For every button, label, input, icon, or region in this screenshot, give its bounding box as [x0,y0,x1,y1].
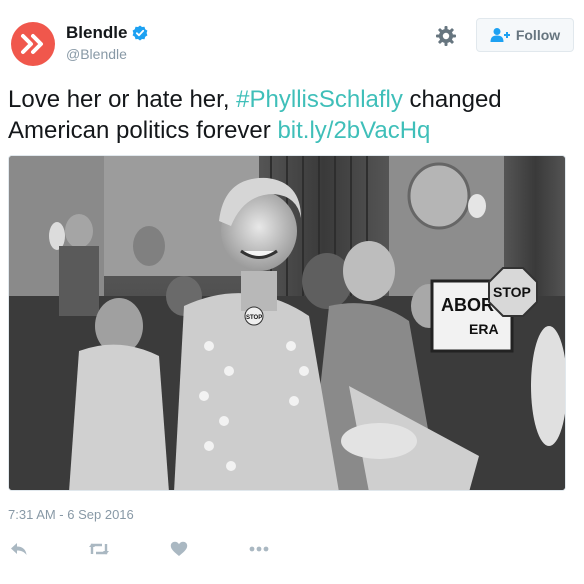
tweet-actions [8,538,308,560]
more-button[interactable] [248,538,270,560]
account-info[interactable]: Blendle @Blendle [66,23,148,62]
more-icon [249,546,269,552]
verified-badge-icon [133,25,148,41]
protest-sign-text-2: ERA [469,321,499,337]
url-link[interactable]: bit.ly/2bVacHq [277,117,430,144]
double-chevron-icon [21,34,43,54]
black-and-white-photo: ABOR ERA STOP STOP [9,156,565,490]
follow-label: Follow [515,27,561,43]
avatar[interactable] [11,22,55,66]
settings-button[interactable] [434,24,458,48]
add-user-icon [490,28,510,42]
like-button[interactable] [168,538,190,560]
protest-sign-text: ABOR [441,295,494,315]
display-name[interactable]: Blendle [66,23,127,43]
tweet-header: Blendle @Blendle Follow [8,18,576,70]
retweet-button[interactable] [88,538,110,560]
reply-button[interactable] [8,538,30,560]
retweet-icon [89,543,109,555]
reply-icon [11,543,27,555]
account-handle[interactable]: @Blendle [66,46,148,62]
hashtag-link[interactable]: #PhyllisSchlafly [236,86,403,113]
tweet-timestamp[interactable]: 7:31 AM - 6 Sep 2016 [8,507,134,522]
tweet-text: Love her or hate her, #PhyllisSchlafly c… [8,84,576,146]
pin-button-text: STOP [246,315,262,321]
tweet-text-start: Love her or hate her, [8,86,237,113]
follow-button[interactable]: Follow [476,18,574,52]
heart-icon [170,541,188,556]
gear-icon [436,26,456,46]
tweet-photo[interactable]: ABOR ERA STOP STOP [8,155,566,491]
stop-sign-text: STOP [493,284,531,300]
